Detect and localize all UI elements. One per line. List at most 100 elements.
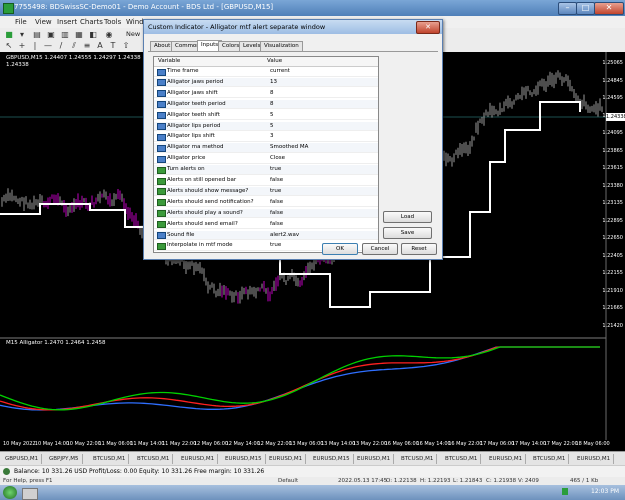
input-value[interactable]: false bbox=[270, 220, 283, 229]
input-row[interactable]: Alligator jaws shift 8 bbox=[154, 89, 378, 99]
channel-icon[interactable]: ⫽ bbox=[69, 41, 79, 50]
param-icon bbox=[157, 232, 166, 239]
price-label: 1.23615 bbox=[602, 165, 623, 171]
load-button[interactable]: Load bbox=[383, 211, 432, 223]
input-row[interactable]: Alerts should play a sound? false bbox=[154, 208, 378, 219]
chart-tab[interactable]: EURUSD,M1 bbox=[486, 454, 527, 464]
profiles-icon[interactable]: ▾ bbox=[17, 30, 27, 39]
price-label: 1.22405 bbox=[602, 252, 623, 259]
input-value[interactable]: false bbox=[270, 198, 283, 207]
chart-tab[interactable]: BTCUSD,M1 bbox=[530, 454, 570, 464]
input-value[interactable]: Close bbox=[270, 154, 285, 163]
input-value[interactable]: alert2.wav bbox=[270, 231, 299, 240]
chart-tab[interactable]: BTCUSD,M1 bbox=[442, 454, 482, 464]
input-row[interactable]: Sound file alert2.wav bbox=[154, 230, 378, 241]
text-icon[interactable]: A bbox=[95, 41, 105, 50]
tab-visualization[interactable]: Visualization bbox=[260, 41, 303, 51]
chart-tab[interactable]: EURUSD,M1 bbox=[266, 454, 307, 464]
input-value[interactable]: 5 bbox=[270, 122, 274, 131]
input-row[interactable]: Time frame current bbox=[154, 67, 378, 77]
input-name: Alligator jaws shift bbox=[167, 89, 218, 96]
bool-param-icon bbox=[157, 166, 166, 174]
input-row[interactable]: Alligator teeth shift 5 bbox=[154, 111, 378, 121]
menu-file[interactable]: File bbox=[15, 18, 27, 26]
input-value[interactable]: current bbox=[270, 67, 290, 76]
dialog-title: Custom Indicator - Alligator mtf alert s… bbox=[148, 23, 326, 31]
input-row[interactable]: Alerts should send email? false bbox=[154, 220, 378, 230]
tester-icon[interactable]: ◧ bbox=[88, 30, 98, 39]
maximize-button[interactable]: □ bbox=[576, 2, 595, 15]
input-row[interactable]: Alligator lips shift 3 bbox=[154, 132, 378, 142]
menu-window[interactable]: Wind bbox=[126, 18, 144, 26]
chart-tab[interactable]: BTCUSD,M1 bbox=[398, 454, 438, 464]
vertical-line-icon[interactable]: | bbox=[30, 41, 40, 50]
input-value[interactable]: 5 bbox=[270, 111, 274, 120]
input-value[interactable]: 3 bbox=[270, 132, 274, 141]
market-watch-icon[interactable]: ▤ bbox=[32, 30, 42, 39]
bool-param-icon bbox=[157, 210, 166, 218]
date-label: 10 May 14:00 bbox=[34, 441, 70, 447]
taskbar-app-icon[interactable] bbox=[22, 488, 38, 500]
reset-button[interactable]: Reset bbox=[401, 243, 437, 255]
menu-charts[interactable]: Charts bbox=[80, 18, 103, 26]
dialog-title-bar: Custom Indicator - Alligator mtf alert s… bbox=[144, 20, 442, 34]
chart-tab[interactable]: EURUSD,M15 bbox=[310, 454, 354, 464]
new-chart-icon[interactable]: ■ bbox=[4, 30, 14, 39]
input-value[interactable]: 13 bbox=[270, 78, 277, 87]
input-value[interactable]: true bbox=[270, 165, 281, 174]
price-label: 1.22895 bbox=[602, 217, 623, 224]
input-row[interactable]: Alligator teeth period 8 bbox=[154, 99, 378, 110]
chart-tab[interactable]: GBPUSD,M1 bbox=[2, 454, 43, 464]
input-value[interactable]: 8 bbox=[270, 89, 274, 98]
tray-icon[interactable] bbox=[562, 488, 568, 495]
input-row[interactable]: Alerts should show message? true bbox=[154, 186, 378, 197]
fibonacci-icon[interactable]: ≡ bbox=[82, 41, 92, 50]
chart-tab[interactable]: GBPJPY,M5 bbox=[46, 454, 83, 464]
minimize-button[interactable]: – bbox=[558, 2, 577, 15]
chart-tab[interactable]: EURUSD,M1 bbox=[178, 454, 219, 464]
input-name: Alerts should show message? bbox=[167, 187, 249, 194]
input-row[interactable]: Turn alerts on true bbox=[154, 165, 378, 175]
input-row[interactable]: Alligator price Close bbox=[154, 154, 378, 164]
terminal-icon[interactable]: ▥ bbox=[60, 30, 70, 39]
new-order-button[interactable]: New bbox=[126, 30, 140, 38]
input-value[interactable]: true bbox=[270, 187, 281, 196]
input-value[interactable]: 8 bbox=[270, 100, 274, 109]
chart-tab[interactable]: BTCUSD,M1 bbox=[134, 454, 174, 464]
input-row[interactable]: Alerts should send notification? false bbox=[154, 198, 378, 208]
data-window-icon[interactable]: ▦ bbox=[74, 30, 84, 39]
chart-tabs: GBPUSD,M1 GBPJPY,M5 BTCUSD,M1 BTCUSD,M1 EURU… bbox=[0, 451, 625, 466]
input-row[interactable]: Alligator lips period 5 bbox=[154, 121, 378, 132]
autotrading-icon[interactable]: ◉ bbox=[104, 30, 114, 39]
input-value[interactable]: false bbox=[270, 209, 283, 218]
date-label: 16 May 14:00 bbox=[416, 441, 451, 447]
chart-tab[interactable]: BTCUSD,M1 bbox=[90, 454, 130, 464]
input-row[interactable]: Alligator ma method Smoothed MA bbox=[154, 143, 378, 153]
date-label: 13 May 22:00 bbox=[352, 441, 388, 447]
input-row[interactable]: Alligator jaws period 13 bbox=[154, 77, 378, 88]
ok-button[interactable]: OK bbox=[322, 243, 358, 255]
menu-insert[interactable]: Insert bbox=[57, 18, 77, 26]
close-button[interactable]: ✕ bbox=[594, 2, 624, 15]
navigator-icon[interactable]: ▣ bbox=[46, 30, 56, 39]
input-row[interactable]: Alerts on still opened bar false bbox=[154, 176, 378, 186]
menu-view[interactable]: View bbox=[35, 18, 52, 26]
label-icon[interactable]: T bbox=[108, 41, 118, 50]
input-value[interactable]: false bbox=[270, 176, 283, 185]
trendline-icon[interactable]: / bbox=[56, 41, 66, 50]
input-value[interactable]: Smoothed MA bbox=[270, 143, 308, 152]
menu-tools[interactable]: Tools bbox=[104, 18, 121, 26]
indicator-header: M15 Alligator 1.2470 1.2464 1.2458 bbox=[6, 340, 106, 346]
start-button[interactable] bbox=[3, 486, 17, 499]
arrow-icon[interactable]: ⇧ bbox=[121, 41, 131, 50]
crosshair-icon[interactable]: + bbox=[17, 41, 27, 50]
cursor-icon[interactable]: ↖ bbox=[4, 41, 14, 50]
input-value[interactable]: true bbox=[270, 241, 281, 250]
chart-tab[interactable]: EURUSD,M1 bbox=[574, 454, 615, 464]
dialog-close-button[interactable]: ✕ bbox=[416, 21, 440, 34]
chart-tab[interactable]: EURUSD,M15 bbox=[222, 454, 266, 464]
horizontal-line-icon[interactable]: — bbox=[43, 41, 53, 50]
chart-tab[interactable]: EURUSD,M1 bbox=[354, 454, 395, 464]
save-button[interactable]: Save bbox=[383, 227, 432, 239]
cancel-button[interactable]: Cancel bbox=[362, 243, 398, 255]
